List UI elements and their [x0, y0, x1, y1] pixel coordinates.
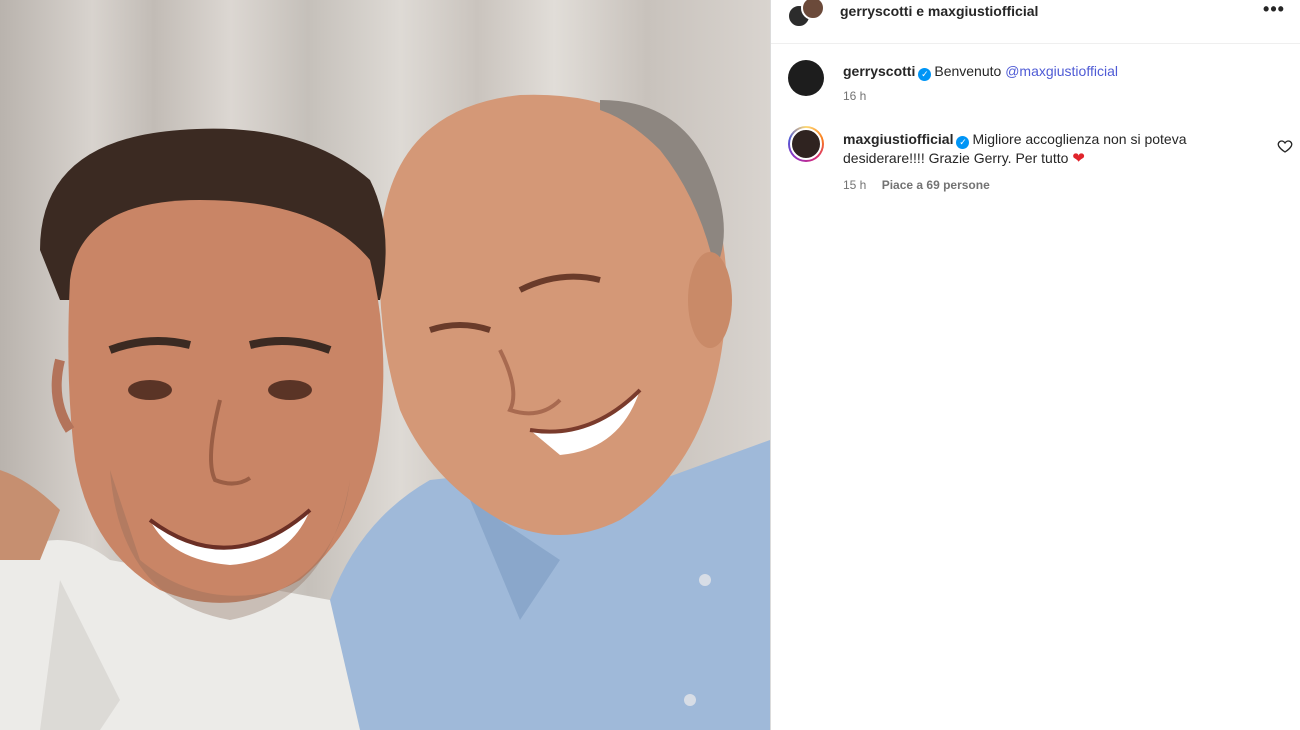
avatar[interactable]: [788, 60, 824, 96]
comment-body: Benvenuto: [934, 63, 1006, 79]
mention-link[interactable]: @maxgiustiofficial: [1005, 63, 1118, 79]
collab-avatars[interactable]: [787, 0, 827, 30]
comment-item: maxgiustiofficial ✓ Migliore accoglienza n…: [771, 126, 1300, 196]
comment-meta: 16 h: [843, 89, 878, 103]
verified-badge-icon: ✓: [918, 68, 932, 81]
comment-meta: 15 h Piace a 69 persone: [843, 178, 1002, 192]
post-photo[interactable]: [0, 0, 770, 730]
avatar[interactable]: [788, 126, 824, 162]
comment-likes-count[interactable]: Piace a 69 persone: [882, 178, 990, 192]
post-author-title[interactable]: gerryscotti e maxgiustiofficial: [840, 3, 1038, 19]
comment-timestamp[interactable]: 16 h: [843, 89, 866, 103]
comments-panel: gerryscotti e maxgiustiofficial ••• gerr…: [770, 0, 1300, 730]
red-heart-emoji: ❤: [1072, 150, 1085, 167]
photo-illustration: [0, 94, 770, 730]
comment-text: gerryscotti ✓ Benvenuto @maxgiustiofficial: [843, 62, 1243, 81]
comment-timestamp[interactable]: 15 h: [843, 178, 866, 192]
comment-username[interactable]: gerryscotti: [843, 63, 915, 79]
verified-badge-icon: ✓: [956, 136, 970, 149]
more-options-icon[interactable]: •••: [1263, 0, 1285, 22]
post-header: gerryscotti e maxgiustiofficial •••: [771, 0, 1300, 44]
comment-text: maxgiustiofficial ✓ Migliore accoglienza n…: [843, 130, 1243, 168]
avatar[interactable]: [801, 0, 825, 20]
heart-outline-icon[interactable]: [1277, 138, 1293, 154]
comment-item: gerryscotti ✓ Benvenuto @maxgiustiofficial…: [771, 60, 1300, 110]
comment-username[interactable]: maxgiustiofficial: [843, 131, 953, 147]
